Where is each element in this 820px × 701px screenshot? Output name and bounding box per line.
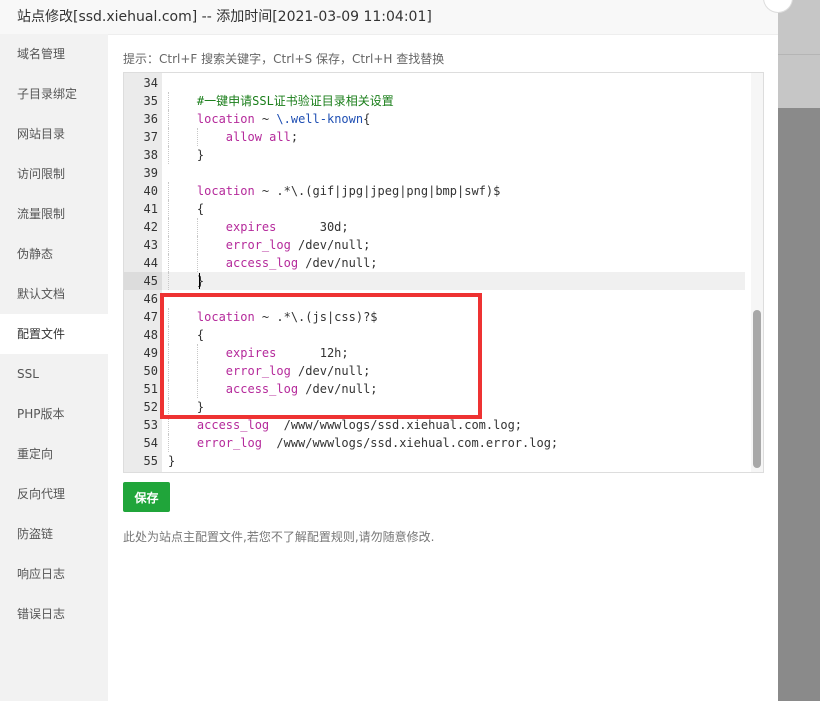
line-number: 42 [143, 220, 158, 234]
line-number: 41 [143, 202, 158, 216]
indent-guide [168, 434, 169, 452]
line-number: 34 [143, 76, 158, 90]
sidebar-item-site-directory[interactable]: 网站目录 [0, 114, 108, 154]
dialog-title-bar[interactable]: 站点修改[ssd.xiehual.com] -- 添加时间[2021-03-09… [0, 0, 778, 35]
save-button[interactable]: 保存 [123, 482, 170, 512]
shortcut-tip: 提示：Ctrl+F 搜索关键字，Ctrl+S 保存，Ctrl+H 查找替换 [123, 52, 445, 66]
indent-guide [168, 92, 169, 110]
line-number: 36 [143, 112, 158, 126]
line-number: 50 [143, 364, 158, 378]
sidebar-item-subdir-binding[interactable]: 子目录绑定 [0, 74, 108, 114]
code-line: } [168, 148, 205, 162]
indent-guide [197, 236, 198, 254]
line-number: 39 [143, 166, 158, 180]
sidebar-item-ssl[interactable]: SSL [0, 354, 108, 394]
indent-guide [168, 182, 169, 200]
line-number: 54 [143, 436, 158, 450]
indent-guide [168, 218, 169, 236]
indent-guide [197, 254, 198, 272]
code-line: #一键申请SSL证书验证目录相关设置 [168, 94, 394, 108]
settings-sidebar: 域名管理 子目录绑定 网站目录 访问限制 流量限制 伪静态 默认文档 配置文件 … [0, 34, 108, 701]
line-number: 55 [143, 454, 158, 468]
line-number: 46 [143, 292, 158, 306]
scrollbar-thumb[interactable] [753, 310, 761, 468]
indent-guide [168, 128, 169, 146]
code-line: error_log /dev/null; [225, 238, 371, 252]
config-panel: 提示：Ctrl+F 搜索关键字，Ctrl+S 保存，Ctrl+H 查找替换 34… [108, 34, 778, 701]
indent-guide [197, 128, 198, 146]
code-line: access_log /dev/null; [225, 256, 378, 270]
sidebar-item-error-log[interactable]: 错误日志 [0, 594, 108, 634]
background-page [778, 0, 820, 701]
line-number: 47 [143, 310, 158, 324]
indent-guide [168, 254, 169, 272]
code-line: expires 30d; [225, 220, 349, 234]
line-number: 53 [143, 418, 158, 432]
code-line: { [168, 202, 205, 216]
code-line: } [168, 454, 176, 468]
line-number: 43 [143, 238, 158, 252]
line-number: 45 [124, 272, 162, 290]
indent-guide [168, 236, 169, 254]
editor-scrollbar[interactable] [751, 73, 763, 472]
code-line: allow all; [225, 130, 299, 144]
line-number: 40 [143, 184, 158, 198]
active-line-highlight [162, 272, 745, 290]
line-number: 38 [143, 148, 158, 162]
sidebar-item-rewrite[interactable]: 伪静态 [0, 234, 108, 274]
sidebar-item-reverse-proxy[interactable]: 反向代理 [0, 474, 108, 514]
indent-guide [197, 218, 198, 236]
code-line: error_log /www/wwwlogs/ssd.xiehual.com.e… [196, 436, 559, 450]
sidebar-item-redirect[interactable]: 重定向 [0, 434, 108, 474]
dialog-title: 站点修改[ssd.xiehual.com] -- 添加时间[2021-03-09… [17, 9, 432, 25]
sidebar-item-access-limit[interactable]: 访问限制 [0, 154, 108, 194]
line-number: 49 [143, 346, 158, 360]
sidebar-item-response-log[interactable]: 响应日志 [0, 554, 108, 594]
annotation-highlight-box [160, 293, 482, 419]
line-number: 52 [143, 400, 158, 414]
line-number: 51 [143, 382, 158, 396]
sidebar-item-php-version[interactable]: PHP版本 [0, 394, 108, 434]
line-number: 37 [143, 130, 158, 144]
indent-guide [168, 110, 169, 128]
line-number: 44 [143, 256, 158, 270]
sidebar-item-hotlink[interactable]: 防盗链 [0, 514, 108, 554]
indent-guide [168, 200, 169, 218]
sidebar-item-domain[interactable]: 域名管理 [0, 34, 108, 74]
code-line: location ~ \.well-known{ [196, 112, 371, 126]
sidebar-item-traffic-limit[interactable]: 流量限制 [0, 194, 108, 234]
line-number-gutter: 34 35 36 37 38 39 40 41 42 43 44 45 46 47 48 49 50 51 52 53… [124, 73, 162, 472]
line-number: 48 [143, 328, 158, 342]
code-line: location ~ .*\.(gif|jpg|jpeg|png|bmp|swf… [196, 184, 501, 198]
line-number: 35 [143, 94, 158, 108]
indent-guide [168, 272, 169, 290]
indent-guide [168, 146, 169, 164]
text-cursor [199, 273, 200, 289]
sidebar-item-default-doc[interactable]: 默认文档 [0, 274, 108, 314]
site-edit-dialog: 站点修改[ssd.xiehual.com] -- 添加时间[2021-03-09… [0, 0, 778, 701]
sidebar-item-config-file[interactable]: 配置文件 [0, 314, 108, 354]
config-warning-note: 此处为站点主配置文件,若您不了解配置规则,请勿随意修改. [123, 530, 435, 544]
background-divider [778, 54, 820, 55]
